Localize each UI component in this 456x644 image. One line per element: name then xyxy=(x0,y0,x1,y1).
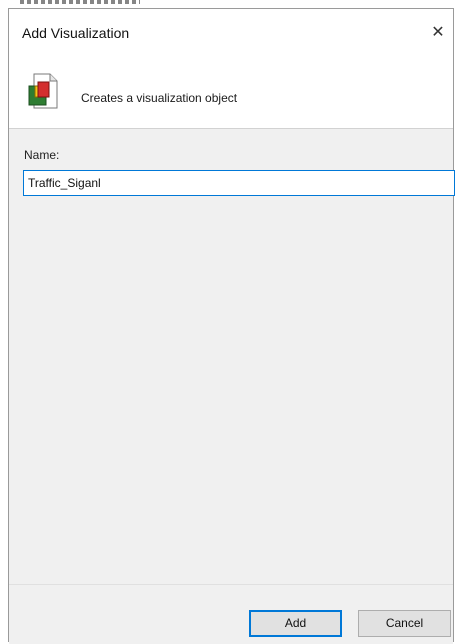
title-bar: Add Visualization ✕ xyxy=(9,9,453,55)
dialog-header: Creates a visualization object xyxy=(9,55,453,129)
add-visualization-dialog: Add Visualization ✕ Creates a visualizat… xyxy=(8,8,455,644)
dialog-description: Creates a visualization object xyxy=(81,91,238,105)
dialog-footer: Add Cancel xyxy=(9,584,453,644)
background-text-fragment xyxy=(20,0,140,4)
dialog-title: Add Visualization xyxy=(22,25,130,41)
dialog-content: Name: xyxy=(9,129,455,584)
add-button[interactable]: Add xyxy=(249,610,342,637)
background-window-fragment xyxy=(0,0,456,8)
name-label: Name: xyxy=(24,148,60,162)
visualization-object-icon xyxy=(28,73,58,109)
close-button[interactable]: ✕ xyxy=(425,21,451,45)
cancel-button[interactable]: Cancel xyxy=(358,610,451,637)
name-input[interactable] xyxy=(23,170,455,196)
